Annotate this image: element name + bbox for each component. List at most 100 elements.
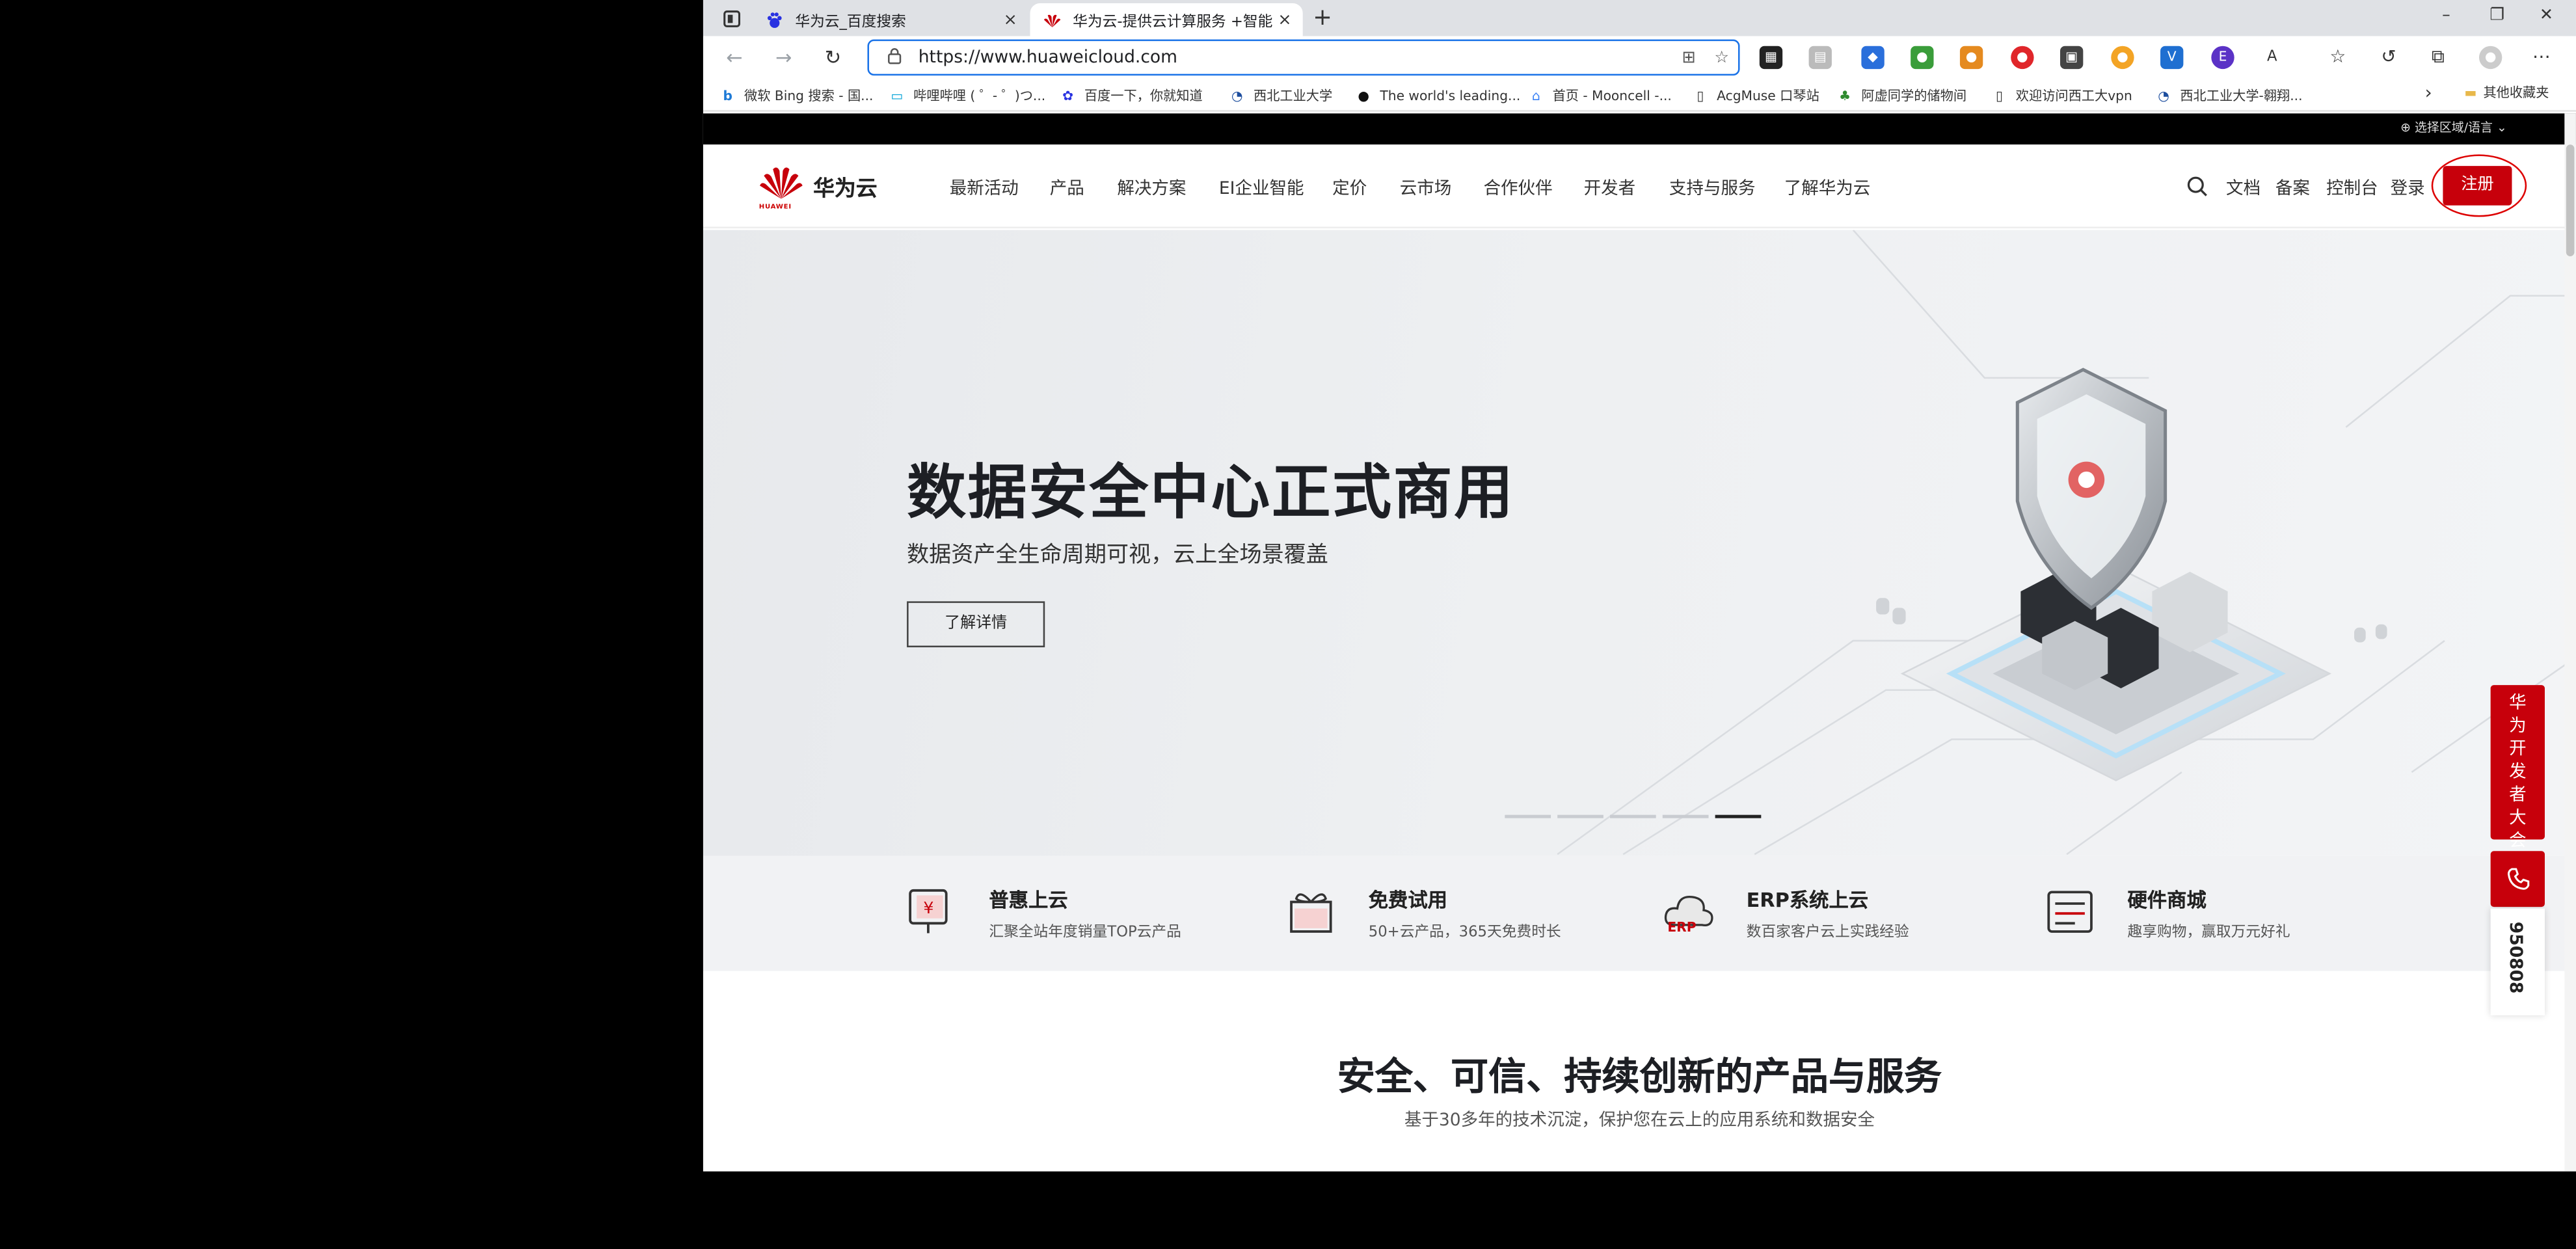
nav-item-developers[interactable]: 开发者 (1584, 176, 1636, 200)
carousel-dot-active[interactable] (1715, 814, 1762, 818)
bookmark-item[interactable]: ● The world's leading... (1356, 84, 1520, 107)
tab-title: 华为云_百度搜索 (795, 14, 906, 31)
learn-more-button[interactable]: 了解详情 (907, 601, 1045, 648)
nav-item-products[interactable]: 产品 (1050, 176, 1084, 200)
page-viewport: ⊕ 选择区域/语言 ⌄ HUAWEI 华为云 最新活动 产品 解决方案 EI企业… (703, 113, 2576, 1172)
more-menu-icon[interactable]: ⋯ (2530, 46, 2553, 70)
maximize-button[interactable]: ❐ (2474, 3, 2520, 29)
refresh-icon[interactable]: ↻ (818, 43, 848, 72)
gift-icon (1290, 893, 1332, 933)
feature-strip: ¥ 普惠上云 汇聚全站年度销量TOP云产品 免费试用 50+云产品，365天免费时长… (703, 855, 2576, 971)
minimize-button[interactable]: – (2423, 3, 2469, 29)
hotline-number: 950808 (2490, 908, 2545, 1015)
feature-title: 免费试用 (1368, 889, 1448, 912)
nav-item-activities[interactable]: 最新活动 (950, 176, 1019, 200)
bookmarks-more-chevron-icon[interactable]: › (2425, 82, 2432, 103)
developer-conference-banner[interactable]: 华为开发者大会 (2490, 685, 2545, 851)
feature-desc: 数百家客户云上实践经验 (1746, 924, 1909, 942)
bookmark-item[interactable]: ⌂ 首页 - Mooncell -... (1528, 84, 1672, 107)
bookmark-item[interactable]: ✿ 百度一下，你就知道 (1060, 84, 1203, 107)
feature-card[interactable]: ERP ERP系统上云 数百家客户云上实践经验 (1664, 885, 1909, 941)
feature-card[interactable]: 硬件商城 趣享购物，赢取万元好礼 (2045, 885, 2290, 941)
phone-icon[interactable] (2490, 851, 2545, 907)
feature-desc: 50+云产品，365天免费时长 (1368, 924, 1561, 942)
hardware-store-icon (2047, 891, 2093, 933)
nav-item-ei[interactable]: EI企业智能 (1219, 176, 1304, 200)
reading-icon[interactable]: ▤ (1808, 46, 1832, 70)
history-icon[interactable]: ↺ (2377, 46, 2400, 70)
tab-baidu-search[interactable]: 华为云_百度搜索 × (753, 3, 1028, 36)
read-aloud-icon[interactable]: A (2261, 46, 2284, 70)
carousel-dot[interactable] (1662, 814, 1709, 818)
nav-item-solutions[interactable]: 解决方案 (1117, 176, 1186, 200)
close-window-button[interactable]: ✕ (2523, 3, 2569, 29)
bookmark-item[interactable]: ▭ 哔哩哔哩 ( ゜- ゜)つ... (889, 84, 1045, 107)
feature-desc: 趣享购物，赢取万元好礼 (2127, 924, 2290, 942)
extension-icon[interactable]: V (2160, 46, 2184, 70)
nav-item-about[interactable]: 了解华为云 (1784, 176, 1871, 200)
security-shield-illustration (1876, 368, 2387, 782)
forward-arrow-icon[interactable]: → (769, 43, 798, 72)
scrollbar-thumb[interactable] (2566, 144, 2575, 256)
docs-link[interactable]: 文档 (2226, 176, 2261, 200)
close-tab-icon[interactable]: × (1273, 10, 1296, 29)
extension-icon[interactable]: ● (2111, 46, 2134, 70)
add-favorite-icon[interactable]: ☆ (1705, 49, 1738, 67)
login-link[interactable]: 登录 (2391, 176, 2425, 200)
nwpu-icon: ◔ (2158, 88, 2169, 103)
carousel-dot[interactable] (1609, 814, 1656, 818)
profile-avatar-icon[interactable]: ● (2478, 46, 2502, 70)
hotline-text: 950808 (2505, 921, 2525, 994)
feature-card[interactable]: ¥ 普惠上云 汇聚全站年度销量TOP云产品 (907, 885, 1181, 941)
huawei-cloud-logo[interactable]: HUAWEI 华为云 (758, 165, 878, 211)
bookmark-item[interactable]: ◔ 西北工业大学-翱翔... (2155, 84, 2302, 107)
extension-icon[interactable]: ▦ (1759, 46, 1783, 70)
favorites-icon[interactable]: ☆ (2326, 46, 2350, 70)
bookmark-item[interactable]: ♣ 阿虚同学的储物间 (1837, 84, 1966, 107)
mooncell-icon: ⌂ (1531, 88, 1540, 103)
svg-text:ERP: ERP (1667, 919, 1696, 935)
nav-item-support[interactable]: 支持与服务 (1669, 176, 1756, 200)
tab-actions-icon[interactable] (716, 5, 745, 31)
bookmark-item[interactable]: ▯ 欢迎访问西工大vpn (1991, 84, 2132, 107)
annotation-circle (2431, 154, 2527, 217)
carousel-dot[interactable] (1505, 814, 1551, 818)
address-bar[interactable]: ⊞ ☆ (867, 39, 1740, 76)
region-language-selector[interactable]: ⊕ 选择区域/语言 ⌄ (2400, 118, 2507, 137)
search-icon[interactable] (2186, 176, 2208, 202)
site-header: HUAWEI 华为云 最新活动 产品 解决方案 EI企业智能 定价 云市场 合作… (703, 144, 2576, 229)
logo-wordmark: HUAWEI (758, 202, 792, 211)
app-available-icon[interactable]: ⊞ (1672, 49, 1706, 67)
extension-icon[interactable]: ● (1911, 46, 1934, 70)
url-input[interactable] (918, 47, 1672, 68)
region-label: 选择区域/语言 (2414, 120, 2493, 135)
bookmark-item[interactable]: ◔ 西北工业大学 (1229, 84, 1332, 107)
feature-card[interactable]: 免费试用 50+云产品，365天免费时长 (1286, 885, 1561, 941)
tab-huaweicloud[interactable]: 华为云-提供云计算服务 +智能, × (1030, 3, 1303, 36)
extension-icon[interactable]: ● (1959, 46, 1983, 70)
icp-filing-link[interactable]: 备案 (2275, 176, 2310, 200)
bookmark-item[interactable]: ▯ AcgMuse 口琴站 (1692, 84, 1819, 107)
nav-item-pricing[interactable]: 定价 (1332, 176, 1367, 200)
bookmark-item[interactable]: b 微软 Bing 搜索 - 国... (719, 84, 874, 107)
extension-icon[interactable]: ◆ (1861, 46, 1885, 70)
nav-item-marketplace[interactable]: 云市场 (1400, 176, 1452, 200)
extension-icon[interactable]: ● (2011, 46, 2034, 70)
extension-icon[interactable]: ▣ (2059, 46, 2084, 70)
carousel-dot[interactable] (1557, 814, 1603, 818)
svg-text:¥: ¥ (923, 898, 933, 917)
page-scrollbar[interactable] (2564, 113, 2576, 1172)
hero-title: 数据安全中心正式商用 (907, 460, 1515, 528)
nav-item-partners[interactable]: 合作伙伴 (1484, 176, 1553, 200)
other-bookmarks-folder[interactable]: ▬ 其他收藏夹 (2464, 84, 2549, 102)
bilibili-icon: ▭ (891, 88, 904, 103)
collections-icon[interactable]: ⧉ (2426, 46, 2450, 70)
close-tab-icon[interactable]: × (999, 10, 1022, 29)
console-link[interactable]: 控制台 (2326, 176, 2378, 200)
baidu-paw-icon (766, 10, 784, 29)
translate-extension-icon[interactable]: E (2211, 46, 2234, 70)
new-tab-button[interactable]: + (1308, 3, 1337, 33)
bookmark-label: 欢迎访问西工大vpn (2015, 88, 2132, 103)
back-arrow-icon[interactable]: ← (719, 43, 749, 72)
site-topbar: ⊕ 选择区域/语言 ⌄ (703, 113, 2576, 145)
